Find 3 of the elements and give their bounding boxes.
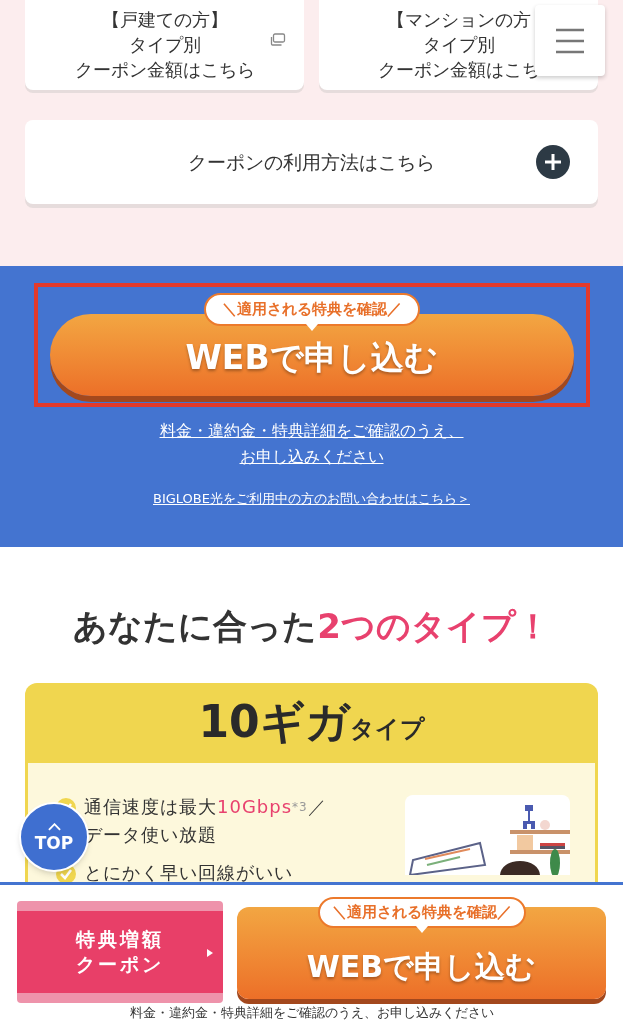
notice-text: 料金・違約金・特典詳細をご確認のうえ、お申し込みください [128,1005,495,1021]
plan-title: 10ギガタイプ [198,700,425,747]
section-heading: あなたに合った2つのタイプ！ [73,609,550,643]
